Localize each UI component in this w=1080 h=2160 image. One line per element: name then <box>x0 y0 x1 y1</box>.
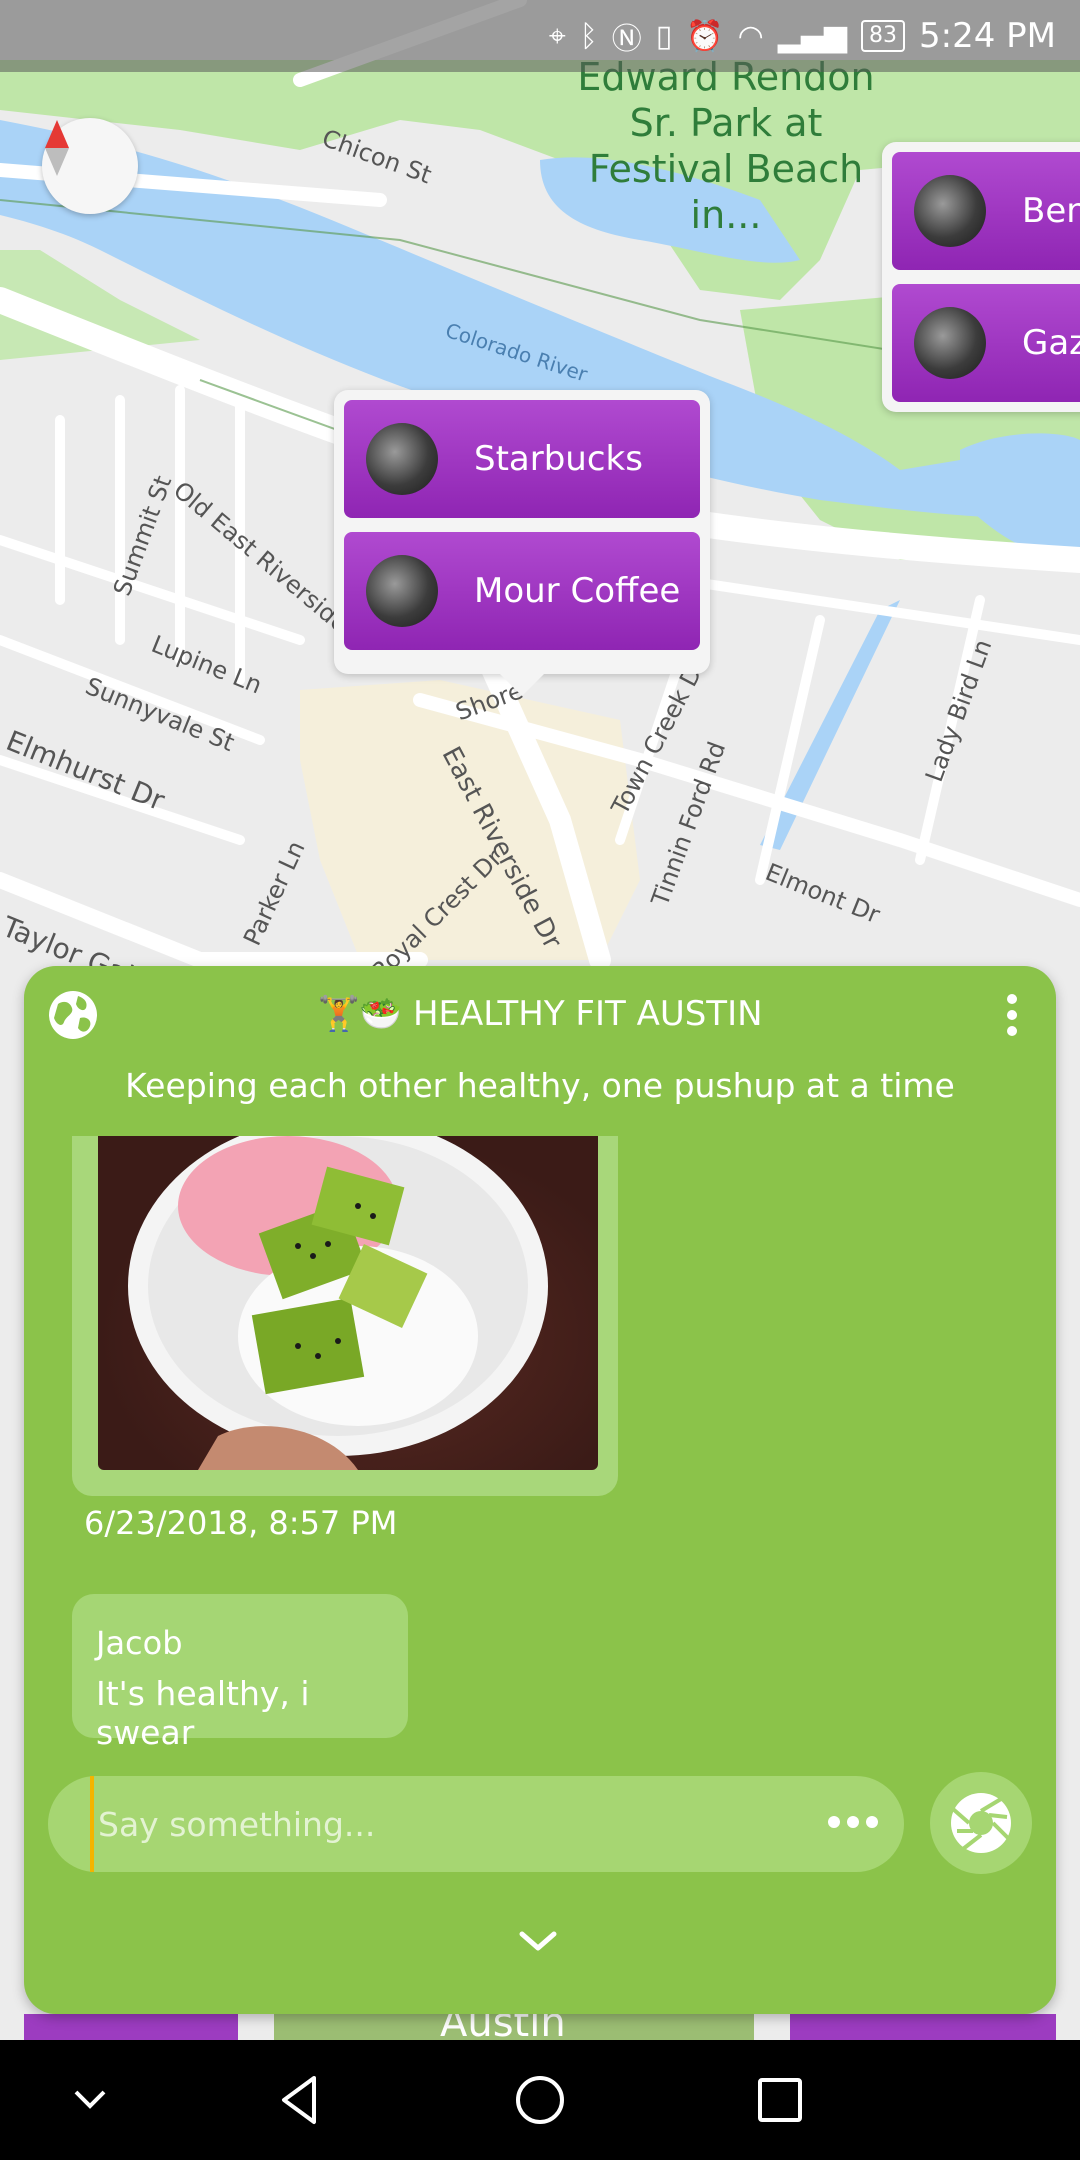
behind-button <box>24 2014 238 2040</box>
more-input-options-icon[interactable] <box>828 1816 878 1830</box>
place-name: Gaz <box>1022 323 1080 363</box>
place-name: Ben <box>1022 191 1080 231</box>
camera-button[interactable] <box>930 1772 1032 1874</box>
message-input-bar <box>48 1776 904 1872</box>
bluetooth-icon: ᛒ <box>579 18 598 54</box>
system-nav-bar <box>0 2040 1080 2160</box>
chat-title: 🏋️🥗 HEALTHY FIT AUSTIN <box>24 994 1056 1034</box>
nfc-icon: Ⓝ <box>611 22 642 57</box>
vibrate-icon: ▯ <box>655 18 673 54</box>
behind-button <box>790 2014 1056 2040</box>
group-chat-panel: 🏋️🥗 HEALTHY FIT AUSTIN Keeping each othe… <box>24 966 1056 2014</box>
message-text: It's healthy, i swear <box>96 1674 310 1752</box>
place-name: Starbucks <box>474 439 643 479</box>
clock: 5:24 PM <box>919 16 1056 56</box>
place-thumbnail <box>914 307 986 379</box>
place-button-ben[interactable]: Ben <box>892 152 1080 270</box>
chat-subtitle: Keeping each other healthy, one pushup a… <box>125 1066 955 1105</box>
compass-icon <box>45 120 69 176</box>
nav-home-icon[interactable] <box>510 2070 570 2130</box>
place-cluster-popup: Starbucks Mour Coffee <box>334 390 710 696</box>
popup-pointer <box>500 674 544 696</box>
place-thumbnail <box>914 175 986 247</box>
message-input[interactable] <box>90 1776 790 1872</box>
message-author: Jacob <box>96 1624 183 1662</box>
collapse-chevron-icon[interactable] <box>516 1926 560 1956</box>
alarm-icon: ⏰ <box>686 18 724 54</box>
food-photo <box>98 1136 598 1470</box>
more-options-icon[interactable] <box>1006 994 1018 1038</box>
signal-icon: ▂▄▆ <box>777 18 847 54</box>
park-label: Edward Rendon Sr. Park at Festival Beach… <box>577 55 875 237</box>
chat-title-text: HEALTHY FIT AUSTIN <box>412 994 763 1034</box>
status-bar: ⌖ ᛒ Ⓝ ▯ ⏰ ◠ ▂▄▆ 83 5:24 PM <box>0 0 1080 72</box>
chat-title-emoji: 🏋️🥗 <box>317 994 403 1034</box>
message-bubble[interactable]: Jacob It's healthy, i swear <box>72 1594 408 1752</box>
place-cluster-popup: Ben Gaz <box>882 142 1080 412</box>
place-name: Mour Coffee <box>474 571 681 611</box>
message-timestamp: 6/23/2018, 8:57 PM <box>84 1504 398 1542</box>
place-button-mour-coffee[interactable]: Mour Coffee <box>344 532 700 650</box>
place-thumbnail <box>366 423 438 495</box>
compass-button[interactable] <box>42 118 138 214</box>
nav-hide-icon[interactable] <box>60 2070 120 2130</box>
place-thumbnail <box>366 555 438 627</box>
photo-message[interactable] <box>72 1136 618 1496</box>
battery-indicator: 83 <box>861 20 905 52</box>
place-button-gaz[interactable]: Gaz <box>892 284 1080 402</box>
nav-back-icon[interactable] <box>270 2070 330 2130</box>
chat-header: 🏋️🥗 HEALTHY FIT AUSTIN Keeping each othe… <box>24 966 1056 1136</box>
aperture-icon <box>951 1793 1011 1853</box>
nav-recents-icon[interactable] <box>750 2070 810 2130</box>
location-icon: ⌖ <box>548 18 566 54</box>
place-button-starbucks[interactable]: Starbucks <box>344 400 700 518</box>
wifi-icon: ◠ <box>737 18 764 54</box>
